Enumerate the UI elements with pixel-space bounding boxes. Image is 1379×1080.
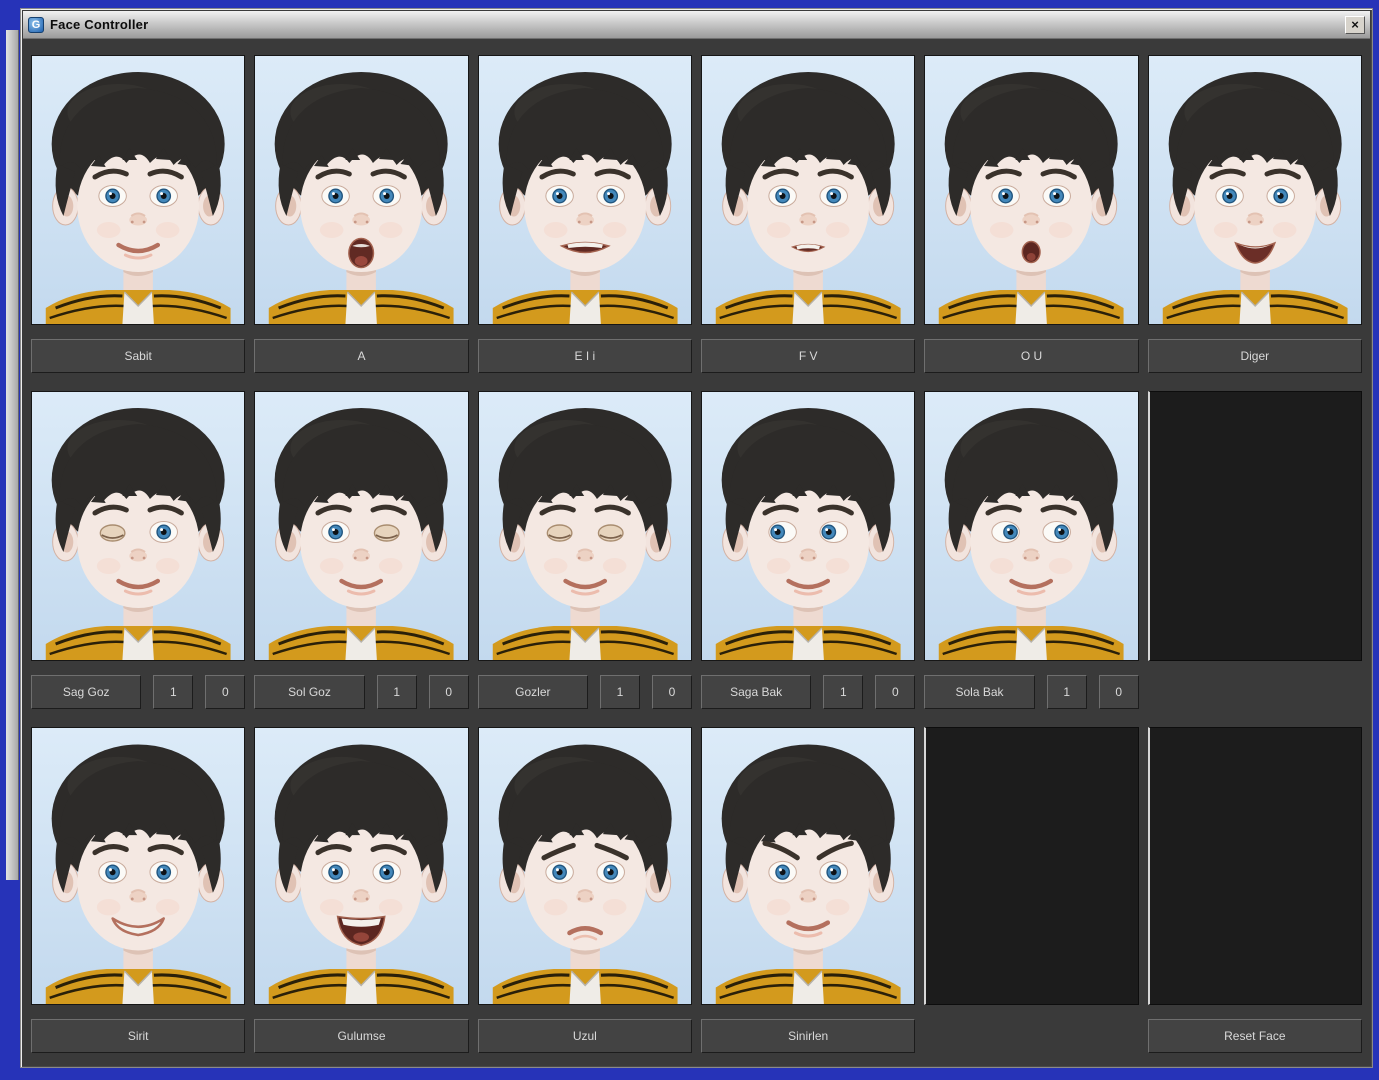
value-0-button[interactable]: 0 xyxy=(1098,675,1139,709)
eyes-row: Sag Goz 1 0 Sol Goz 1 0 Gozler 1 0 Saga … xyxy=(31,391,1362,709)
expression-button-fv[interactable]: F V xyxy=(700,339,916,373)
face-cell: Gozler 1 0 xyxy=(477,391,692,709)
expression-button-gozler[interactable]: Gozler xyxy=(477,675,588,709)
face-cell: Sabit xyxy=(31,55,246,373)
empty-cell xyxy=(1147,391,1362,709)
title-bar[interactable]: G Face Controller × xyxy=(23,11,1370,39)
face-preview-uzul xyxy=(477,727,692,1005)
value-0-button[interactable]: 0 xyxy=(428,675,469,709)
background-window-edge xyxy=(6,30,19,880)
face-cell: F V xyxy=(700,55,916,373)
value-0-button[interactable]: 0 xyxy=(651,675,692,709)
mood-row: Sirit Gulumse Uzul Sinirlen Reset Face xyxy=(31,727,1362,1053)
face-preview-gulumse xyxy=(254,727,469,1005)
value-0-button[interactable]: 0 xyxy=(205,675,246,709)
reset-cell: Reset Face xyxy=(1147,727,1362,1053)
face-controller-window: G Face Controller × Sabit A E I i F V O … xyxy=(20,8,1373,1068)
face-cell: Sinirlen xyxy=(700,727,916,1053)
face-preview-sol-goz xyxy=(254,391,469,661)
face-cell: Gulumse xyxy=(254,727,469,1053)
phoneme-row: Sabit A E I i F V O U Diger xyxy=(31,55,1362,373)
expression-button-sirit[interactable]: Sirit xyxy=(31,1019,246,1053)
empty-panel xyxy=(924,727,1139,1005)
expression-button-uzul[interactable]: Uzul xyxy=(477,1019,692,1053)
face-preview-fv xyxy=(700,55,916,325)
face-preview-sola-bak xyxy=(924,391,1139,661)
expression-button-saga-bak[interactable]: Saga Bak xyxy=(700,675,812,709)
expression-button-diger[interactable]: Diger xyxy=(1147,339,1362,373)
face-cell: Sirit xyxy=(31,727,246,1053)
face-cell: Sag Goz 1 0 xyxy=(31,391,246,709)
face-cell: Saga Bak 1 0 xyxy=(700,391,916,709)
close-button[interactable]: × xyxy=(1345,15,1365,34)
face-cell: Diger xyxy=(1147,55,1362,373)
face-preview-eii xyxy=(477,55,692,325)
face-preview-a xyxy=(254,55,469,325)
empty-panel xyxy=(1147,391,1362,661)
face-cell: A xyxy=(254,55,469,373)
face-preview-sinirlen xyxy=(700,727,916,1005)
value-1-button[interactable]: 1 xyxy=(823,675,864,709)
reset-face-button[interactable]: Reset Face xyxy=(1147,1019,1362,1053)
value-0-button[interactable]: 0 xyxy=(875,675,916,709)
value-1-button[interactable]: 1 xyxy=(1046,675,1087,709)
expression-button-sag-goz[interactable]: Sag Goz xyxy=(31,675,142,709)
app-icon: G xyxy=(28,16,44,33)
face-cell: Sol Goz 1 0 xyxy=(254,391,469,709)
expression-button-a[interactable]: A xyxy=(254,339,469,373)
expression-button-sola-bak[interactable]: Sola Bak xyxy=(924,675,1035,709)
face-preview-saga-bak xyxy=(700,391,916,661)
expression-button-ou[interactable]: O U xyxy=(924,339,1139,373)
expression-button-eii[interactable]: E I i xyxy=(477,339,692,373)
face-preview-sag-goz xyxy=(31,391,246,661)
expression-button-gulumse[interactable]: Gulumse xyxy=(254,1019,469,1053)
face-preview-sabit xyxy=(31,55,246,325)
controller-content: Sabit A E I i F V O U Diger Sag Goz 1 0 … xyxy=(21,39,1372,1067)
empty-cell xyxy=(924,727,1139,1053)
expression-button-sabit[interactable]: Sabit xyxy=(31,339,246,373)
expression-button-sinirlen[interactable]: Sinirlen xyxy=(700,1019,916,1053)
value-1-button[interactable]: 1 xyxy=(153,675,194,709)
face-preview-gozler xyxy=(477,391,692,661)
value-1-button[interactable]: 1 xyxy=(376,675,417,709)
face-cell: Sola Bak 1 0 xyxy=(924,391,1139,709)
face-preview-diger xyxy=(1147,55,1362,325)
expression-button-sol-goz[interactable]: Sol Goz xyxy=(254,675,365,709)
face-cell: Uzul xyxy=(477,727,692,1053)
face-cell: E I i xyxy=(477,55,692,373)
empty-panel xyxy=(1147,727,1362,1005)
face-preview-sirit xyxy=(31,727,246,1005)
face-preview-ou xyxy=(924,55,1139,325)
window-title: Face Controller xyxy=(50,17,149,32)
value-1-button[interactable]: 1 xyxy=(599,675,640,709)
face-cell: O U xyxy=(924,55,1139,373)
